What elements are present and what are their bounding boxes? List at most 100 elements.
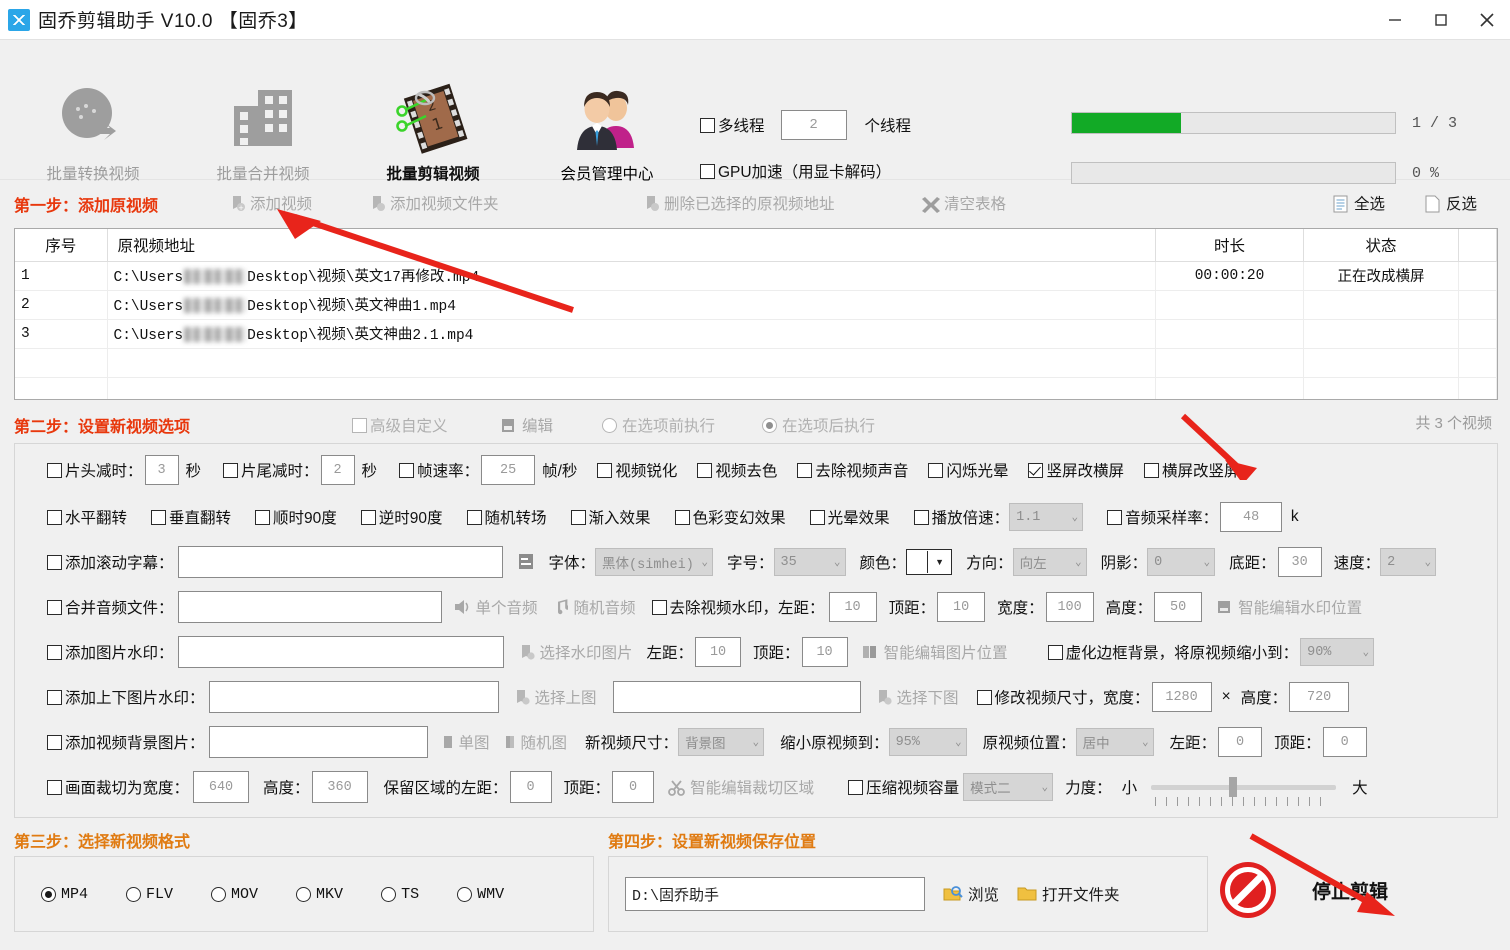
thread-count-input[interactable]: 2 bbox=[780, 110, 847, 140]
exec-after-option[interactable]: 在选项后执行 bbox=[762, 414, 875, 436]
choose-top-image-button[interactable]: 选择上图 bbox=[513, 686, 597, 708]
color-shift-checkbox[interactable] bbox=[674, 509, 690, 525]
random-transition-option[interactable]: 随机转场 bbox=[466, 506, 547, 528]
fontsize-select[interactable]: 35 ⌄ bbox=[773, 548, 846, 576]
format-option-wmv[interactable]: WMV bbox=[457, 886, 504, 903]
portrait-to-landscape-checkbox[interactable] bbox=[1028, 462, 1044, 478]
remove-watermark-option[interactable]: 去除视频水印，左距： bbox=[651, 596, 825, 618]
fps-option[interactable]: 帧速率： bbox=[399, 459, 479, 481]
vflip-checkbox[interactable] bbox=[151, 509, 167, 525]
hflip-checkbox[interactable] bbox=[47, 509, 62, 525]
landscape-to-portrait-option[interactable]: 横屏改竖屏 bbox=[1143, 459, 1239, 481]
decolor-checkbox[interactable] bbox=[697, 462, 713, 478]
add-video-button[interactable]: + 添加视频 bbox=[228, 192, 312, 214]
subspeed-select[interactable]: 2 ⌄ bbox=[1380, 548, 1437, 576]
bg-top-input[interactable]: 0 bbox=[1322, 727, 1367, 757]
sharpen-option[interactable]: 视频锐化 bbox=[597, 459, 677, 481]
rotate-ccw-option[interactable]: 逆时90度 bbox=[360, 506, 443, 528]
remove-watermark-checkbox[interactable] bbox=[651, 599, 667, 615]
video-list-table[interactable]: 序号 原视频地址 时长 状态 1 C:\Users Desktop\视频\英文17再… bbox=[14, 228, 1498, 400]
format-radio[interactable] bbox=[381, 886, 397, 902]
smart-crop-button[interactable]: 智能编辑裁切区域 bbox=[668, 776, 814, 798]
rotate-cw-option[interactable]: 顺时90度 bbox=[255, 506, 337, 528]
halo-option[interactable]: 光晕效果 bbox=[809, 506, 890, 528]
format-radio[interactable] bbox=[211, 886, 227, 902]
merge-audio-input[interactable] bbox=[177, 591, 442, 623]
save-path-input[interactable]: D:\固乔助手 bbox=[625, 877, 925, 911]
head-trim-option[interactable]: 片头减时： bbox=[47, 459, 143, 481]
add-bg-image-option[interactable]: 添加视频背景图片： bbox=[47, 731, 205, 753]
gpu-option[interactable]: GPU加速（用显卡解码） bbox=[700, 160, 891, 182]
close-button[interactable] bbox=[1464, 0, 1510, 40]
keep-top-input[interactable]: 0 bbox=[612, 771, 655, 803]
crop-height-input[interactable]: 360 bbox=[311, 771, 368, 803]
advanced-custom-option[interactable]: 高级自定义 bbox=[352, 414, 448, 436]
format-radio[interactable] bbox=[457, 886, 473, 902]
multithread-option[interactable]: 多线程 2 个线程 bbox=[700, 110, 911, 140]
halo-checkbox[interactable] bbox=[809, 509, 825, 525]
maximize-button[interactable] bbox=[1418, 0, 1464, 40]
exec-before-option[interactable]: 在选项前执行 bbox=[602, 414, 715, 436]
delete-selected-button[interactable]: 删除已选择的原视频地址 bbox=[642, 192, 835, 214]
select-all-button[interactable]: 全选 bbox=[1332, 192, 1385, 214]
tail-trim-option[interactable]: 片尾减时： bbox=[223, 459, 319, 481]
browse-button[interactable]: 浏览 bbox=[943, 883, 999, 905]
format-option-ts[interactable]: TS bbox=[381, 886, 419, 903]
compress-mode-select[interactable]: 模式二 ⌄ bbox=[963, 773, 1054, 801]
resize-video-checkbox[interactable] bbox=[976, 689, 992, 705]
top-image-input[interactable] bbox=[208, 681, 499, 713]
samplerate-option[interactable]: 音频采样率： bbox=[1107, 506, 1218, 528]
decolor-option[interactable]: 视频去色 bbox=[697, 459, 777, 481]
compress-option[interactable]: 压缩视频容量 bbox=[848, 776, 959, 798]
tool-merge-video[interactable]: 批量合并视频 bbox=[188, 82, 338, 184]
table-row[interactable]: 2 C:\Users Desktop\视频\英文神曲1.mp4 bbox=[15, 290, 1497, 320]
smart-image-position-button[interactable]: 智能编辑图片位置 bbox=[862, 641, 1008, 663]
merge-audio-option[interactable]: 合并音频文件： bbox=[47, 596, 174, 618]
format-radio[interactable] bbox=[41, 886, 56, 902]
shrink-select[interactable]: 95% ⌄ bbox=[888, 728, 967, 756]
format-radio[interactable] bbox=[296, 886, 312, 902]
smart-watermark-button[interactable]: 智能编辑水印位置 bbox=[1216, 596, 1362, 618]
tool-members[interactable]: 会员管理中心 bbox=[532, 82, 682, 184]
fade-in-checkbox[interactable] bbox=[570, 509, 586, 525]
blur-border-option[interactable]: 虚化边框背景，将原视频缩小到： bbox=[1047, 641, 1298, 663]
remove-audio-option[interactable]: 去除视频声音 bbox=[797, 459, 908, 481]
samplerate-checkbox[interactable] bbox=[1107, 509, 1123, 525]
wm-left-input[interactable]: 10 bbox=[828, 592, 877, 622]
slider-knob[interactable] bbox=[1229, 777, 1238, 797]
fps-input[interactable]: 25 bbox=[481, 455, 536, 485]
add-folder-button[interactable]: 添加视频文件夹 bbox=[368, 192, 499, 214]
open-folder-button[interactable]: 打开文件夹 bbox=[1017, 883, 1120, 905]
strength-slider[interactable] bbox=[1151, 777, 1337, 806]
add-bg-image-checkbox[interactable] bbox=[47, 734, 62, 750]
wm-width-input[interactable]: 100 bbox=[1045, 592, 1094, 622]
hflip-option[interactable]: 水平翻转 bbox=[47, 506, 127, 528]
stop-edit-area[interactable]: 停止剪辑 bbox=[1220, 862, 1388, 918]
compress-checkbox[interactable] bbox=[848, 779, 864, 795]
portrait-to-landscape-option[interactable]: 竖屏改横屏 bbox=[1028, 459, 1124, 481]
invert-select-button[interactable]: 反选 bbox=[1424, 192, 1477, 214]
single-audio-button[interactable]: 单个音频 bbox=[454, 596, 538, 618]
scroll-subtitle-checkbox[interactable] bbox=[47, 554, 62, 570]
advanced-custom-checkbox[interactable] bbox=[352, 417, 367, 433]
clear-table-button[interactable]: 清空表格 bbox=[922, 192, 1006, 214]
resize-height-input[interactable]: 720 bbox=[1289, 682, 1350, 712]
add-top-bottom-watermark-option[interactable]: 添加上下图片水印： bbox=[47, 686, 205, 708]
head-trim-input[interactable]: 3 bbox=[144, 455, 179, 485]
random-image-button[interactable]: 随机图 bbox=[504, 731, 567, 753]
color-shift-option[interactable]: 色彩变幻效果 bbox=[674, 506, 786, 528]
gpu-checkbox[interactable] bbox=[700, 163, 715, 179]
format-option-flv[interactable]: FLV bbox=[126, 886, 173, 903]
scroll-subtitle-input[interactable] bbox=[177, 546, 503, 578]
img-left-input[interactable]: 10 bbox=[695, 637, 742, 667]
keep-left-input[interactable]: 0 bbox=[509, 771, 552, 803]
samplerate-input[interactable]: 48 bbox=[1220, 502, 1283, 532]
new-size-select[interactable]: 背景图 ⌄ bbox=[678, 728, 765, 756]
remove-audio-checkbox[interactable] bbox=[797, 462, 813, 478]
choose-bottom-image-button[interactable]: 选择下图 bbox=[875, 686, 959, 708]
video-pos-select[interactable]: 居中 ⌄ bbox=[1075, 728, 1154, 756]
table-row[interactable]: 3 C:\Users Desktop\视频\英文神曲2.1.mp4 bbox=[15, 319, 1497, 349]
blur-border-checkbox[interactable] bbox=[1047, 644, 1063, 660]
resize-width-input[interactable]: 1280 bbox=[1151, 682, 1212, 712]
speed-select[interactable]: 1.1 ⌄ bbox=[1009, 503, 1084, 531]
